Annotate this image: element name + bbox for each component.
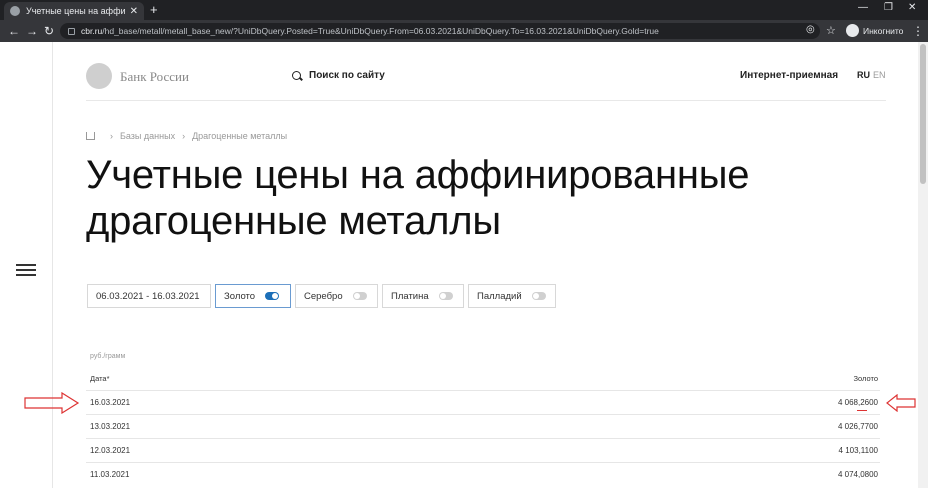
palladium-toggle[interactable]: Палладий [468, 284, 556, 308]
platinum-toggle[interactable]: Платина [382, 284, 464, 308]
row-gold-price: 4 103,1100 [838, 446, 878, 455]
row-date: 12.03.2021 [90, 446, 131, 455]
home-icon[interactable] [86, 132, 95, 140]
incognito-profile[interactable]: Инкогнито [846, 24, 903, 37]
platinum-label: Платина [391, 290, 429, 302]
scrollbar-thumb[interactable] [920, 44, 926, 184]
back-icon[interactable]: ← [8, 24, 20, 38]
row-date: 16.03.2021 [90, 398, 131, 407]
header-divider [86, 100, 886, 101]
annotation-arrow-right-icon [24, 392, 80, 414]
hamburger-menu-icon[interactable] [16, 264, 36, 276]
gold-label: Золото [224, 290, 256, 302]
url-path: /hd_base/metall/metall_base_new/?UniDbQu… [102, 26, 659, 36]
star-icon[interactable]: ☆ [826, 24, 836, 37]
breadcrumb-separator: › [110, 131, 113, 141]
lang-en-link[interactable]: EN [873, 70, 886, 80]
breadcrumb: › Базы данных › Драгоценные металлы [86, 131, 287, 141]
address-bar[interactable]: cbr.ru/hd_base/metall/metall_base_new/?U… [60, 23, 820, 39]
table-row: 12.03.2021 4 103,1100 [86, 438, 880, 462]
brand-name[interactable]: Банк России [120, 69, 189, 85]
search-label: Поиск по сайту [309, 70, 385, 81]
silver-toggle[interactable]: Серебро [295, 284, 378, 308]
palladium-switch[interactable] [531, 292, 546, 300]
url-domain: cbr.ru [81, 26, 103, 36]
unit-label: руб./грамм [90, 353, 126, 360]
row-gold-price: 4 068,2600 [837, 398, 878, 407]
table-row: 13.03.2021 4 026,7700 [86, 414, 880, 438]
site-favicon-icon [10, 6, 20, 16]
sidebar-divider [52, 42, 53, 488]
browser-toolbar: ← → ↻ cbr.ru/hd_base/metall/metall_base_… [0, 20, 928, 42]
bank-eagle-logo-icon[interactable] [86, 63, 112, 89]
reload-icon[interactable]: ↻ [44, 24, 54, 38]
page-title: Учетные цены на аффинированные драгоценн… [86, 153, 750, 243]
reception-link[interactable]: Интернет-приемная [740, 70, 838, 81]
browser-tabbar: Учетные цены на аффинирован ✕ + — ❐ ✕ [0, 0, 928, 20]
date-range-picker[interactable]: 06.03.2021 - 16.03.2021 [87, 284, 211, 308]
date-range-value: 06.03.2021 - 16.03.2021 [96, 290, 200, 302]
gold-toggle[interactable]: Золото [215, 284, 291, 308]
eye-off-icon[interactable]: ◎ [806, 24, 815, 35]
gold-switch[interactable] [265, 292, 280, 300]
table-row: 16.03.2021 4 068,2600 [86, 390, 880, 414]
annotation-arrow-left-icon [886, 394, 916, 412]
table-row: 11.03.2021 4 074,0800 [86, 462, 880, 486]
search-icon [292, 71, 301, 80]
row-date: 13.03.2021 [90, 422, 131, 431]
breadcrumb-item-precious-metals[interactable]: Драгоценные металлы [192, 131, 287, 141]
incognito-icon [846, 24, 859, 37]
col-gold-header: Золото [853, 374, 878, 383]
tab-title: Учетные цены на аффинирован [26, 6, 126, 16]
col-date-header[interactable]: Дата* [90, 374, 110, 383]
annotation-underline [857, 410, 867, 411]
filter-bar: 06.03.2021 - 16.03.2021 Золото Серебро П… [87, 284, 556, 308]
browser-tab[interactable]: Учетные цены на аффинирован ✕ [4, 2, 144, 20]
table-header: Дата* Золото [86, 372, 880, 388]
site-header: Банк России Поиск по сайту Интернет-прие… [86, 60, 886, 100]
row-gold-price: 4 074,0800 [837, 470, 878, 479]
site-search-button[interactable]: Поиск по сайту [292, 70, 385, 81]
forward-icon[interactable]: → [26, 24, 38, 38]
close-tab-icon[interactable]: ✕ [130, 6, 138, 17]
profile-label: Инкогнито [863, 25, 904, 36]
page: Банк России Поиск по сайту Интернет-прие… [0, 42, 928, 488]
lang-ru-link[interactable]: RU [857, 70, 870, 80]
minimize-icon[interactable]: — [858, 2, 868, 13]
lock-icon [68, 27, 75, 35]
breadcrumb-item-databases[interactable]: Базы данных [120, 131, 175, 141]
silver-label: Серебро [304, 290, 343, 302]
platinum-switch[interactable] [438, 292, 453, 300]
scrollbar[interactable] [918, 42, 928, 488]
new-tab-icon[interactable]: + [150, 2, 158, 17]
breadcrumb-separator: › [182, 131, 186, 141]
silver-switch[interactable] [352, 292, 367, 300]
close-window-icon[interactable]: ✕ [908, 2, 916, 13]
row-date: 11.03.2021 [90, 470, 130, 479]
restore-icon[interactable]: ❐ [884, 2, 893, 13]
row-gold-price: 4 026,7700 [837, 422, 878, 431]
palladium-label: Палладий [477, 290, 522, 302]
menu-kebab-icon[interactable]: ⋮ [912, 24, 924, 38]
